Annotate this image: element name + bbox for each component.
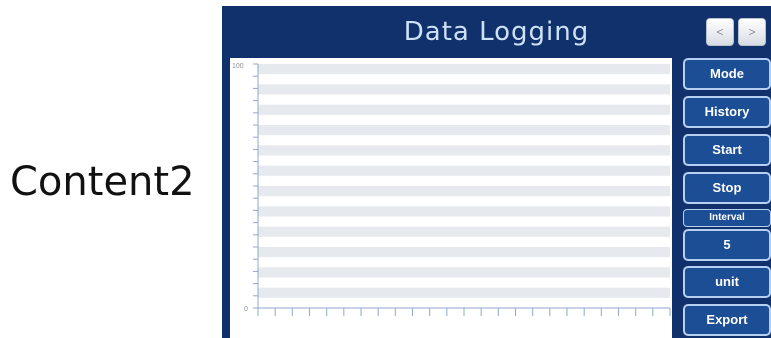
- start-button[interactable]: Start: [683, 134, 771, 166]
- interval-label: Interval: [683, 209, 771, 227]
- chart-stripe: [258, 206, 670, 217]
- chart-stripe: [258, 247, 670, 258]
- y-tick-label-min: 0: [244, 306, 248, 313]
- chart-stripe: [258, 267, 670, 278]
- content-label: Content2: [10, 159, 195, 205]
- page-title: Data Logging: [403, 17, 590, 47]
- previous-button[interactable]: <: [706, 18, 734, 46]
- stop-button[interactable]: Stop: [683, 172, 771, 204]
- chevron-right-icon: >: [748, 25, 756, 39]
- next-button[interactable]: >: [738, 18, 766, 46]
- chart-stripe: [258, 104, 670, 115]
- interval-value-field[interactable]: 5: [683, 229, 771, 261]
- chart-stripe: [258, 145, 670, 156]
- chart-stripe: [258, 84, 670, 95]
- chart-stripe: [258, 287, 670, 298]
- unit-button[interactable]: unit: [683, 266, 771, 298]
- data-logging-panel: Data Logging < > 100 0 Mode History Start…: [222, 6, 771, 338]
- chart-area: 100 0: [230, 58, 672, 338]
- chart-stripe: [258, 165, 670, 176]
- y-tick-label-max: 100: [232, 63, 244, 70]
- chart-stripe: [258, 64, 670, 75]
- chart-stripe: [258, 186, 670, 197]
- export-button[interactable]: Export: [683, 304, 771, 336]
- history-button[interactable]: History: [683, 96, 771, 128]
- chevron-left-icon: <: [716, 25, 724, 39]
- mode-button[interactable]: Mode: [683, 58, 771, 90]
- chart-stripe: [258, 125, 670, 136]
- logging-chart: 100 0: [232, 63, 671, 316]
- chart-stripe: [258, 226, 670, 237]
